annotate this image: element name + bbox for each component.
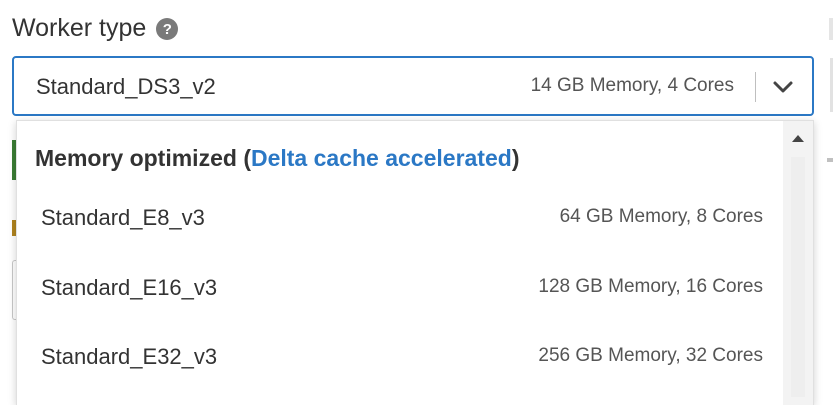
worker-type-label: Worker type [12,13,147,42]
worker-type-dropdown-menu[interactable]: Memory optimized (Delta cache accelerate… [16,120,814,405]
option-name: Standard_E16_v3 [41,275,218,300]
option-spec: 256 GB Memory, 32 Cores [538,345,763,366]
worker-type-label-row: Worker type ? [12,8,179,48]
dropdown-scrollbar[interactable] [783,121,813,405]
scroll-up-arrow-icon[interactable] [792,135,804,142]
option-spec: 128 GB Memory, 16 Cores [538,276,763,297]
worker-type-select[interactable]: Standard_DS3_v2 14 GB Memory, 4 Cores [12,56,814,116]
selected-worker-type: Standard_DS3_v2 [36,74,216,99]
option-group-header: Memory optimized (Delta cache accelerate… [35,145,519,172]
background-fragment [827,158,833,162]
chevron-down-icon[interactable] [768,72,798,102]
question-circle-icon[interactable]: ? [156,18,179,40]
option-name: Standard_E8_v3 [41,205,205,230]
group-accent-label: Delta cache accelerated [250,145,512,171]
option-standard-e8-v3[interactable]: Standard_E8_v3 64 GB Memory, 8 Cores [17,187,787,253]
option-standard-e32-v3[interactable]: Standard_E32_v3 256 GB Memory, 32 Cores [17,326,787,392]
option-spec: 64 GB Memory, 8 Cores [559,206,763,227]
selected-worker-spec: 14 GB Memory, 4 Cores [530,75,734,96]
group-title: Memory optimized [35,145,237,171]
background-fragment [829,18,833,40]
group-close-paren: ) [511,145,520,171]
scroll-track[interactable] [791,157,805,397]
help-glyph: ? [162,20,172,38]
select-separator [755,72,756,102]
option-name: Standard_E32_v3 [41,344,218,369]
option-standard-e16-v3[interactable]: Standard_E16_v3 128 GB Memory, 16 Cores [17,257,787,323]
group-open-paren: ( [243,145,251,171]
